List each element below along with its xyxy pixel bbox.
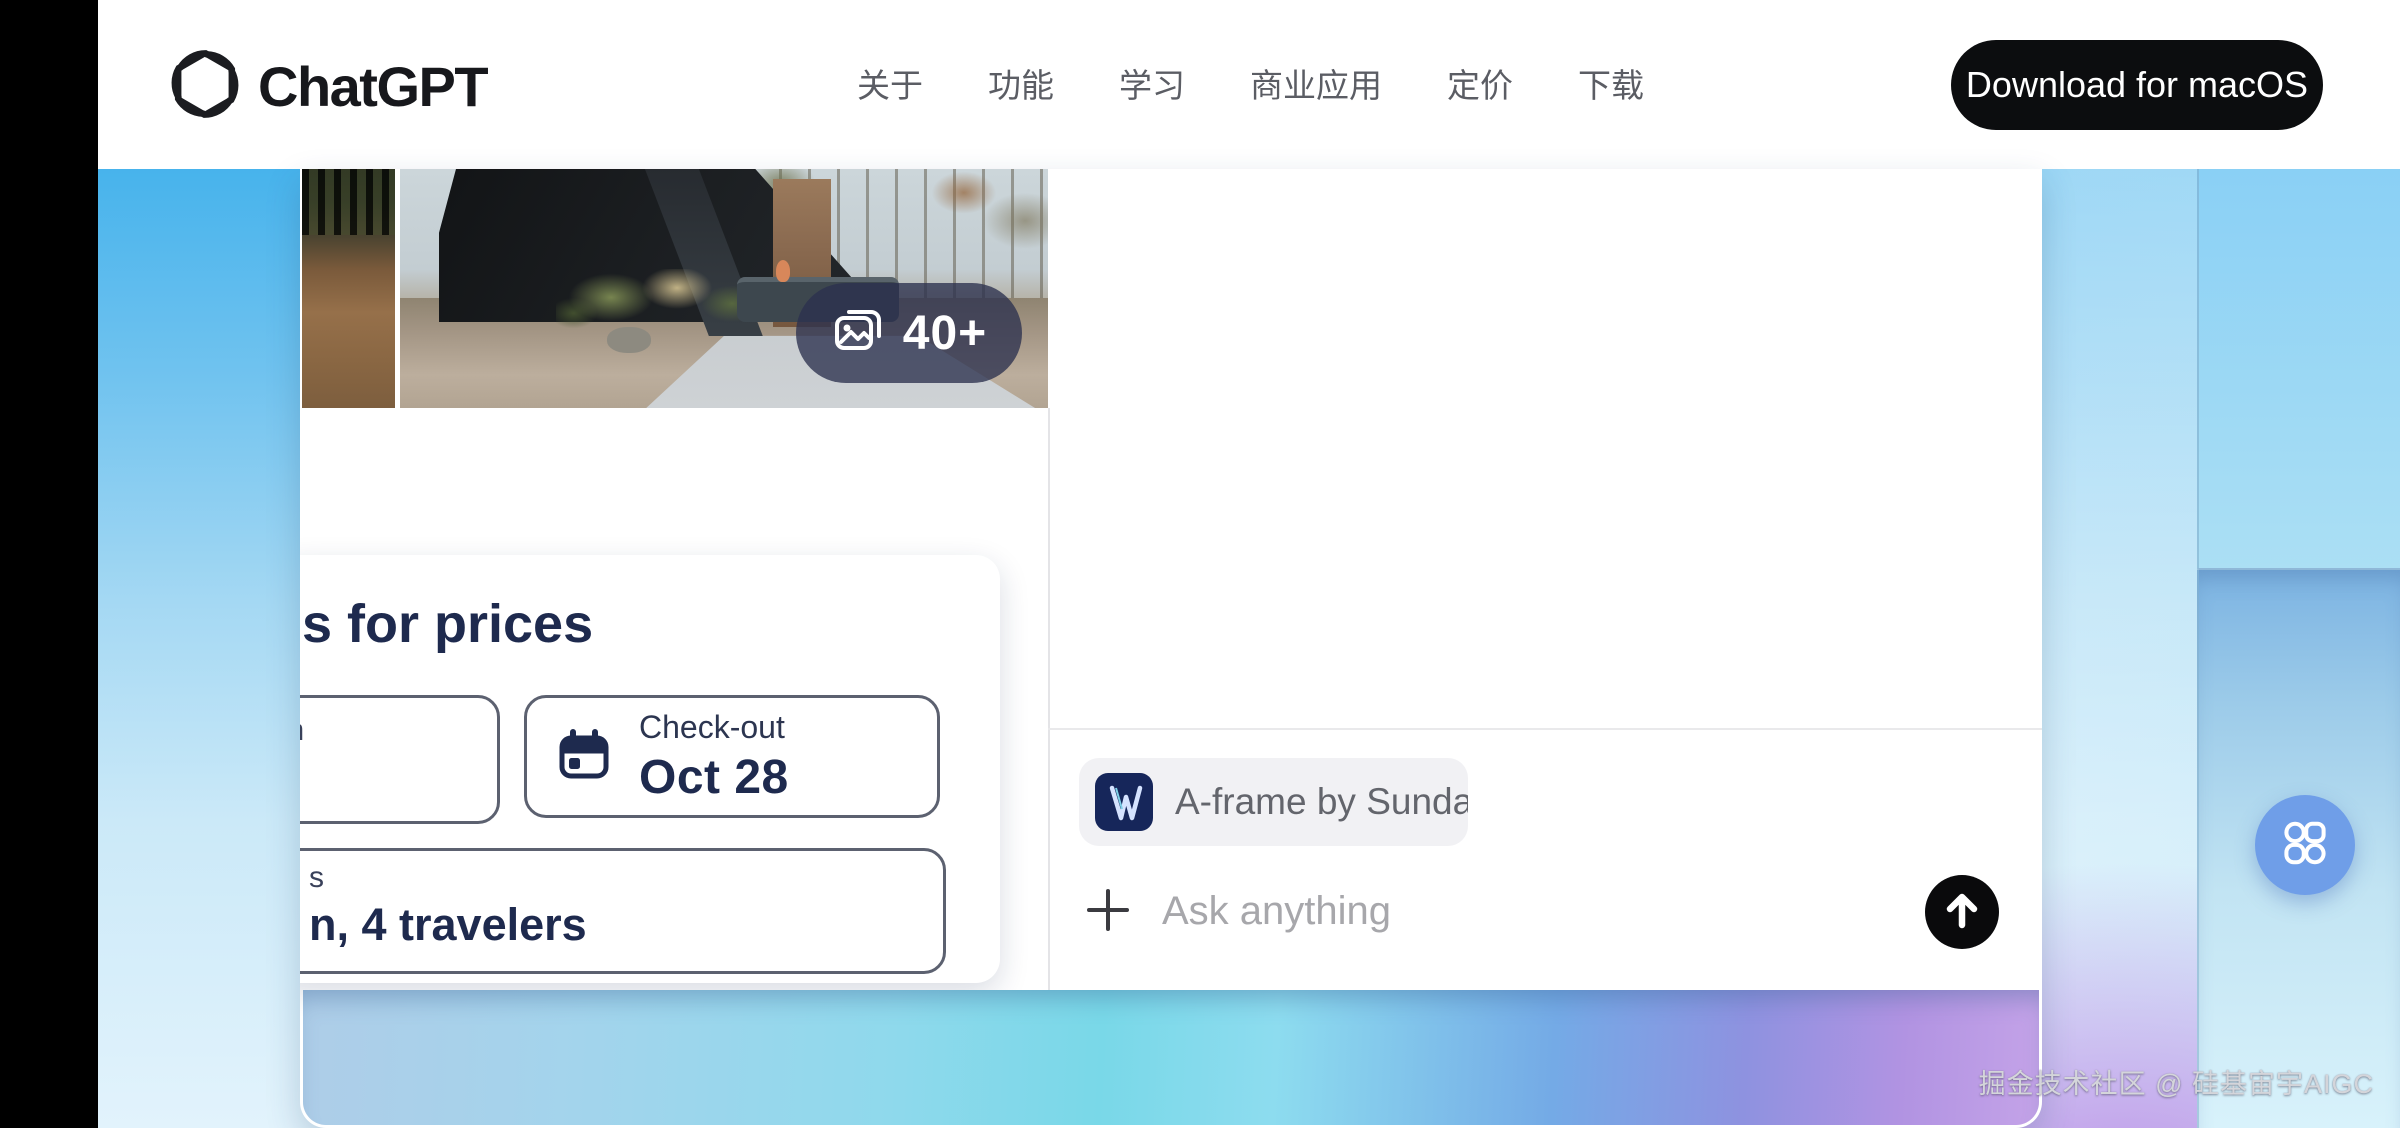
panel-footer-gradient — [303, 990, 2039, 1125]
openai-flower-icon — [168, 47, 242, 126]
nav-item-learn[interactable]: 学习 — [1119, 59, 1185, 107]
plus-icon[interactable] — [1084, 886, 1132, 934]
travel-search-card: s for prices n Check-out Oct 28 — [300, 555, 1000, 983]
right-partial-window — [2197, 169, 2400, 1128]
brand-wordmark: ChatGPT — [258, 54, 487, 119]
calendar-icon — [557, 727, 611, 786]
check-out-label: Check-out — [639, 709, 789, 746]
send-button[interactable] — [1925, 875, 1999, 949]
main-nav: 关于 功能 学习 商业应用 定价 下载 — [857, 59, 1644, 107]
travelers-field[interactable]: s n, 4 travelers — [300, 848, 946, 974]
left-edge-bar — [0, 0, 98, 1128]
check-out-value: Oct 28 — [639, 750, 789, 805]
arrow-up-icon — [1925, 873, 1999, 952]
photo-count-label: 40+ — [903, 306, 987, 361]
chat-top-divider — [1048, 728, 2042, 730]
rock-photo-region — [607, 327, 651, 353]
travelers-label: s — [309, 861, 324, 895]
demo-panel: 40+ s for prices n — [300, 169, 2042, 1128]
nav-item-download[interactable]: 下载 — [1578, 59, 1644, 107]
watermark-text: 掘金技术社区 @ 硅基宙宇AIGC — [1979, 1062, 2374, 1101]
vrbo-icon — [1095, 773, 1153, 831]
check-out-field[interactable]: Check-out Oct 28 — [524, 695, 940, 818]
check-in-field[interactable]: n — [300, 695, 500, 824]
download-macos-button[interactable]: Download for macOS — [1951, 40, 2323, 130]
person-photo-region — [776, 260, 790, 282]
chat-input[interactable] — [1160, 877, 1844, 945]
listing-photo-secondary[interactable] — [302, 169, 395, 408]
header: ChatGPT 关于 功能 学习 商业应用 定价 下载 Download for… — [0, 0, 2400, 169]
travelers-value: n, 4 travelers — [309, 899, 587, 951]
source-chip-label: A-frame by Sunday Ri — [1175, 781, 1468, 823]
nav-item-pricing[interactable]: 定价 — [1447, 59, 1513, 107]
forest-photo-region — [302, 169, 395, 235]
nav-item-about[interactable]: 关于 — [857, 59, 923, 107]
nav-item-features[interactable]: 功能 — [988, 59, 1054, 107]
card-title: s for prices — [302, 593, 593, 655]
page: ChatGPT 关于 功能 学习 商业应用 定价 下载 Download for… — [0, 0, 2400, 1128]
photos-icon — [831, 304, 885, 363]
apps-grid-icon — [2274, 812, 2336, 879]
apps-grid-button[interactable] — [2255, 795, 2355, 895]
source-chip[interactable]: A-frame by Sunday Ri — [1079, 758, 1468, 846]
brand-logo[interactable]: ChatGPT — [168, 48, 487, 124]
photo-count-badge[interactable]: 40+ — [796, 283, 1022, 383]
right-window-header — [2197, 169, 2400, 568]
panel-vertical-divider — [1048, 408, 1050, 990]
check-in-label: n — [300, 712, 304, 748]
nav-item-business[interactable]: 商业应用 — [1250, 59, 1382, 107]
